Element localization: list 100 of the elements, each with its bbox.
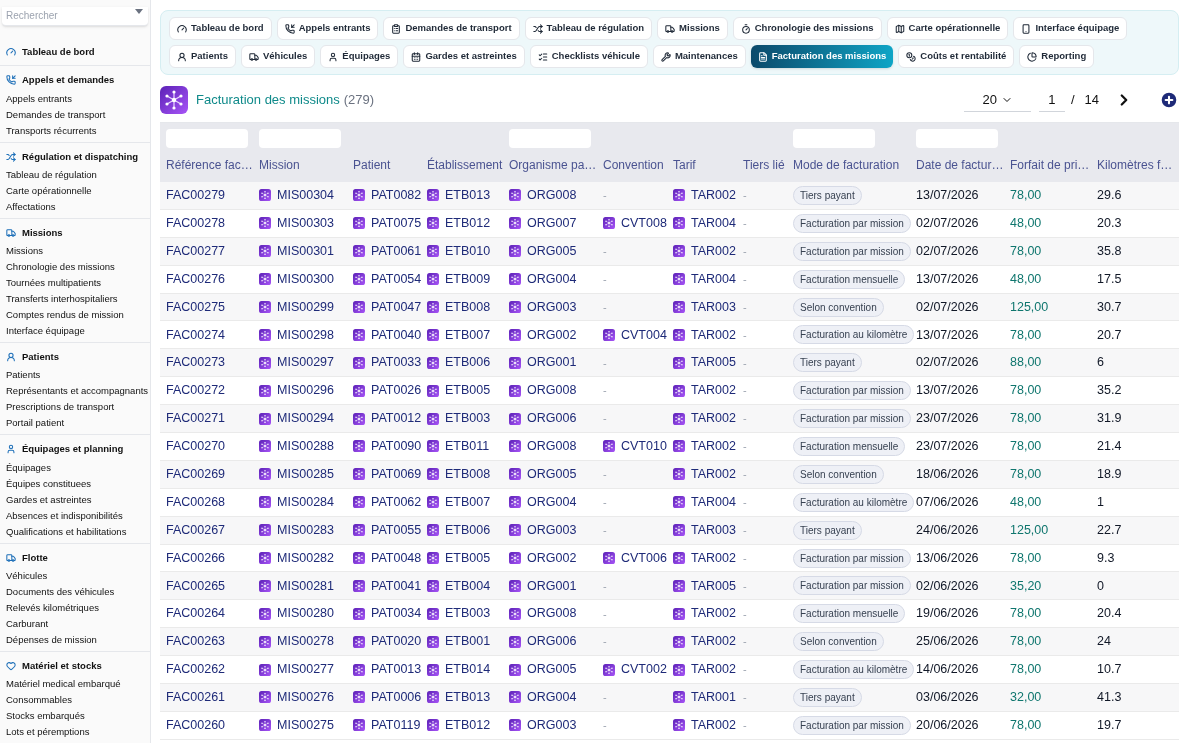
- tab[interactable]: Facturation des missions: [750, 45, 894, 68]
- record-link[interactable]: MIS00281: [277, 576, 334, 596]
- sidebar-item[interactable]: Portail patient: [0, 415, 150, 432]
- record-link[interactable]: CVT004: [621, 325, 667, 345]
- record-link[interactable]: MIS00277: [277, 660, 334, 679]
- tab[interactable]: Carte opérationnelle: [886, 17, 1009, 40]
- record-link[interactable]: ORG007: [527, 213, 577, 233]
- record-link[interactable]: PAT0034: [371, 604, 422, 624]
- record-link[interactable]: ORG003: [527, 297, 577, 317]
- sidebar-item[interactable]: Dépenses de mission: [0, 631, 150, 648]
- record-link[interactable]: ORG005: [527, 464, 577, 484]
- invoice-reference[interactable]: FAC00263: [166, 632, 226, 652]
- sidebar-item[interactable]: Qualifications et habilitations: [0, 523, 150, 540]
- sidebar-item[interactable]: Lots et péremptions: [0, 724, 150, 740]
- record-link[interactable]: TAR002: [691, 241, 736, 261]
- record-link[interactable]: PAT0020: [371, 632, 422, 652]
- record-link[interactable]: PAT0012: [371, 409, 422, 428]
- record-link[interactable]: MIS00280: [277, 604, 334, 624]
- invoice-reference[interactable]: FAC00270: [166, 437, 226, 456]
- record-link[interactable]: MIS00301: [277, 241, 334, 261]
- record-link[interactable]: MIS00294: [277, 409, 334, 428]
- record-link[interactable]: MIS00288: [277, 437, 334, 456]
- invoice-reference[interactable]: FAC00275: [166, 297, 226, 317]
- tab[interactable]: Appels entrants: [276, 17, 379, 40]
- invoice-reference[interactable]: FAC00273: [166, 353, 226, 373]
- record-link[interactable]: TAR002: [691, 716, 736, 735]
- invoice-reference[interactable]: FAC00274: [166, 325, 226, 345]
- column-header[interactable]: Kilomètres f…: [1097, 156, 1173, 174]
- record-link[interactable]: ORG003: [527, 716, 577, 735]
- invoice-reference[interactable]: FAC00261: [166, 688, 226, 707]
- tab[interactable]: Gardes et astreintes: [403, 45, 525, 68]
- record-link[interactable]: TAR002: [691, 186, 736, 205]
- record-link[interactable]: TAR002: [691, 409, 736, 428]
- sidebar-item[interactable]: Interface équipage: [0, 323, 150, 339]
- record-link[interactable]: ORG003: [527, 520, 577, 540]
- record-link[interactable]: PAT0090: [371, 437, 422, 456]
- sidebar-item[interactable]: Gardes et astreintes: [0, 491, 150, 508]
- record-link[interactable]: TAR002: [691, 660, 736, 679]
- sidebar-item[interactable]: Stocks embarqués: [0, 708, 150, 724]
- column-header[interactable]: Référence fac…: [166, 156, 253, 174]
- sidebar-item[interactable]: Consommables: [0, 692, 150, 708]
- sidebar-item[interactable]: Chronologie des missions: [0, 259, 150, 275]
- add-icon[interactable]: [1159, 90, 1179, 110]
- column-header[interactable]: Patient: [353, 156, 421, 174]
- sidebar-section-title[interactable]: Matériel et stocks: [22, 658, 102, 673]
- record-link[interactable]: TAR005: [691, 353, 736, 373]
- sidebar-section-title[interactable]: Missions: [22, 225, 63, 240]
- sidebar-item[interactable]: Patients: [0, 367, 150, 384]
- sidebar-item[interactable]: Relevés kilométriques: [0, 599, 150, 616]
- record-link[interactable]: PAT0119: [371, 716, 421, 735]
- tab[interactable]: Interface équipage: [1013, 17, 1128, 40]
- sidebar-item[interactable]: Comptes rendus de mission: [0, 307, 150, 323]
- record-link[interactable]: MIS00276: [277, 688, 334, 707]
- record-link[interactable]: ETB008: [445, 464, 491, 484]
- record-link[interactable]: TAR003: [691, 520, 736, 540]
- record-link[interactable]: ETB011: [445, 437, 490, 456]
- tab[interactable]: Coûts et rentabilité: [898, 45, 1015, 68]
- record-link[interactable]: MIS00303: [277, 213, 334, 233]
- invoice-reference[interactable]: FAC00260: [166, 716, 226, 735]
- record-link[interactable]: MIS00275: [277, 716, 334, 735]
- invoice-reference[interactable]: FAC00265: [166, 576, 226, 596]
- sidebar-item[interactable]: Absences et indisponibilités: [0, 507, 150, 524]
- record-link[interactable]: PAT0054: [371, 269, 422, 289]
- sidebar-item[interactable]: Transferts interhospitaliers: [0, 291, 150, 307]
- record-link[interactable]: ETB003: [445, 604, 491, 624]
- record-link[interactable]: PAT0055: [371, 520, 422, 540]
- sidebar-item[interactable]: Équipes constituees: [0, 475, 150, 492]
- record-link[interactable]: ETB013: [445, 688, 491, 707]
- record-link[interactable]: ETB005: [445, 548, 491, 568]
- tab[interactable]: Tableau de bord: [169, 17, 272, 40]
- record-link[interactable]: TAR002: [691, 548, 736, 568]
- record-link[interactable]: TAR004: [691, 269, 736, 289]
- record-link[interactable]: TAR001: [691, 688, 736, 707]
- sidebar-item[interactable]: Représentants et accompagnants: [0, 383, 150, 400]
- sidebar-item[interactable]: Carburant: [0, 615, 150, 632]
- record-link[interactable]: TAR004: [691, 492, 736, 512]
- tab[interactable]: Maintenances: [652, 45, 746, 68]
- column-header[interactable]: Mode de facturation: [793, 156, 910, 174]
- record-link[interactable]: PAT0061: [371, 241, 422, 261]
- record-link[interactable]: MIS00298: [277, 325, 334, 345]
- sidebar-item[interactable]: Transports récurrents: [0, 122, 150, 139]
- invoice-reference[interactable]: FAC00272: [166, 381, 226, 401]
- tab[interactable]: Chronologie des missions: [732, 17, 882, 40]
- record-link[interactable]: ETB005: [445, 381, 491, 401]
- record-link[interactable]: ETB012: [445, 716, 491, 735]
- invoice-reference[interactable]: FAC00262: [166, 660, 226, 679]
- tab[interactable]: Équipages: [320, 45, 399, 68]
- invoice-reference[interactable]: FAC00264: [166, 604, 226, 624]
- tab[interactable]: Checklists véhicule: [529, 45, 648, 68]
- invoice-reference[interactable]: FAC00276: [166, 269, 226, 289]
- record-link[interactable]: MIS00285: [277, 464, 334, 484]
- invoice-reference[interactable]: FAC00279: [166, 186, 226, 205]
- sidebar-item[interactable]: Carte opérationnelle: [0, 182, 150, 199]
- record-link[interactable]: CVT010: [621, 437, 667, 456]
- column-header[interactable]: Organisme pa…: [509, 156, 597, 174]
- sidebar-section-title[interactable]: Régulation et dispatching: [22, 149, 139, 164]
- record-link[interactable]: MIS00297: [277, 353, 334, 373]
- record-link[interactable]: CVT008: [621, 213, 667, 233]
- sidebar-section-title[interactable]: Appels et demandes: [22, 73, 115, 88]
- sidebar-section-title[interactable]: Patients: [22, 350, 59, 365]
